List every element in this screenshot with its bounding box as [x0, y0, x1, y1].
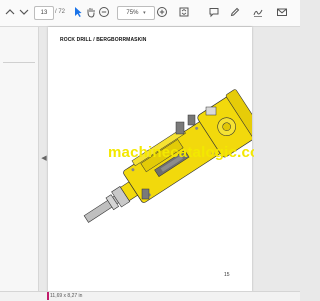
cursor-icon[interactable]	[72, 6, 84, 18]
status-accent	[47, 292, 49, 300]
toolbar: 13 / 72 75% ▾	[0, 0, 300, 27]
zoom-value: 75%	[126, 10, 139, 16]
comment-icon[interactable]	[208, 6, 220, 18]
fit-page-icon[interactable]	[178, 6, 190, 18]
chevron-down-icon: ▾	[143, 10, 146, 16]
page-down-icon[interactable]	[18, 6, 30, 18]
page-number-label: 15	[224, 272, 230, 278]
mail-icon[interactable]	[276, 6, 288, 18]
sidebar-panel	[0, 27, 39, 300]
watermark-text: machinecatalogic.com	[108, 144, 273, 161]
page-number-input[interactable]: 13	[34, 6, 54, 20]
pen-icon[interactable]	[229, 6, 241, 18]
zoom-in-icon[interactable]	[156, 6, 168, 18]
zoom-out-icon[interactable]	[98, 6, 110, 18]
zoom-select[interactable]: 75% ▾	[117, 6, 155, 20]
right-panel-background	[254, 27, 300, 292]
sidebar-toggle[interactable]: ◀	[40, 153, 48, 165]
hand-icon[interactable]	[85, 6, 97, 18]
page-up-icon[interactable]	[4, 6, 16, 18]
chevron-left-icon: ◀	[41, 155, 47, 162]
sign-icon[interactable]	[252, 6, 264, 18]
sidebar-divider	[3, 62, 35, 63]
page-total-label: / 72	[55, 9, 66, 15]
document-page: ROCK DRILL / BERGBORRMASKIN machinecatal…	[48, 27, 273, 292]
